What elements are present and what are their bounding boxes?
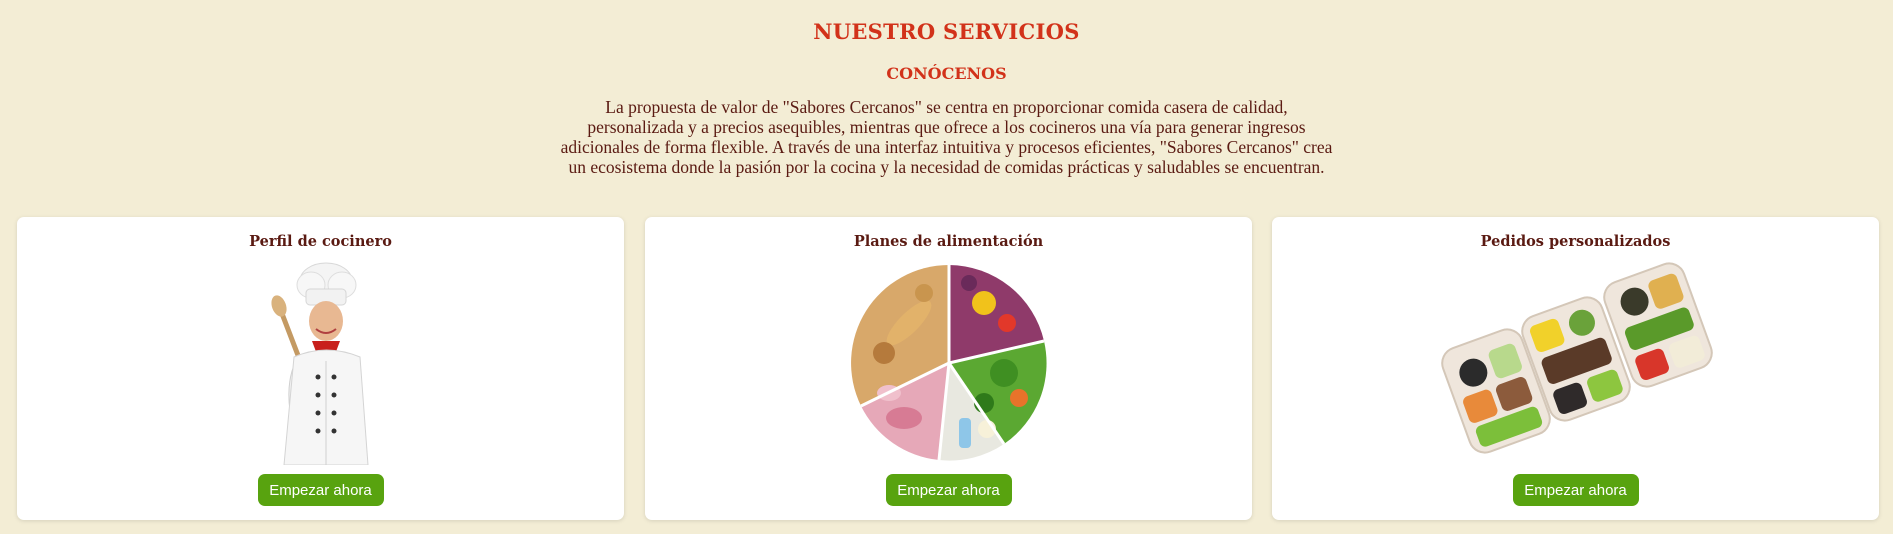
start-now-button[interactable]: Empezar ahora [885, 474, 1012, 506]
chef-image [17, 261, 624, 465]
card-title: Pedidos personalizados [1480, 233, 1671, 250]
section-title: NUESTRO SERVICIOS [813, 19, 1080, 44]
meal-containers-image [1272, 261, 1879, 465]
food-wheel-image [645, 261, 1252, 465]
intro-paragraph: La propuesta de valor de "Sabores Cercan… [560, 97, 1333, 177]
start-now-button[interactable]: Empezar ahora [1512, 474, 1639, 506]
card-title: Planes de alimentación [853, 233, 1044, 250]
section-subtitle: CONÓCENOS [886, 64, 1007, 83]
service-card-chef-profile: Perfil de cocinero Empezar ahora [17, 217, 624, 520]
card-title: Perfil de cocinero [249, 233, 392, 250]
start-now-button[interactable]: Empezar ahora [257, 474, 384, 506]
service-card-meal-plans: Planes de alimentación Empezar ahora [645, 217, 1252, 520]
service-card-custom-orders: Pedidos personalizados Empezar ahora [1272, 217, 1879, 520]
